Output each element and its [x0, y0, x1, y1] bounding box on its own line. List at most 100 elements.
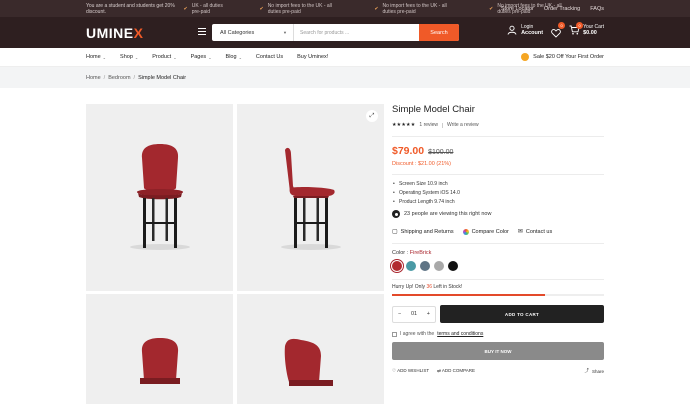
plus-icon[interactable]: + — [427, 311, 430, 317]
main-header: UMINEX All Categories ▼ Search for produ… — [0, 17, 690, 48]
check-icon: ✔ — [489, 5, 494, 12]
account-link[interactable]: Login Account — [507, 24, 543, 36]
shipping-note: ✔ UK - all duties pre-paid — [183, 2, 223, 15]
check-icon: ✔ — [259, 5, 264, 12]
shipping-returns-link[interactable]: ▢ Shipping and Returns — [392, 228, 454, 236]
nav-item-home[interactable]: Home ⌄ — [86, 54, 106, 60]
divider — [392, 136, 604, 137]
viewing-notice: 23 people are viewing this right now — [392, 210, 604, 218]
compare-color-link[interactable]: Compare Color — [462, 228, 509, 235]
old-price: $100.00 — [428, 149, 454, 156]
main-nav: Home ⌄ Shop ⌄ Product ⌄ Pages ⌄ Blog ⌄ Contac… — [0, 48, 690, 67]
sale-banner[interactable]: Sale $20 Off Your First Order — [521, 53, 604, 61]
divider — [392, 243, 604, 244]
nav-item-buy[interactable]: Buy Uminex! — [297, 54, 328, 60]
swatch-black[interactable] — [448, 261, 458, 271]
product-info: Simple Model Chair ★★★★★ 1 review Write … — [392, 104, 604, 374]
cart-link[interactable]: 0 Your Cart $0.00 — [569, 22, 604, 36]
product-image-back[interactable] — [86, 294, 233, 404]
shipping-note: ✔ No import fees to the UK - all duties p… — [259, 2, 332, 15]
header-actions: Login Account 0 0 Your Cart $0.00 — [507, 22, 604, 38]
product-image-side[interactable]: ⤢ — [237, 104, 384, 291]
eye-icon — [392, 210, 400, 218]
stock-progress — [392, 294, 604, 296]
check-icon: ✔ — [183, 5, 188, 12]
mail-icon: ✉ — [517, 229, 523, 235]
promo-text: You are a student and students get 20% d… — [86, 2, 175, 15]
top-bar: You are a student and students get 20% d… — [0, 0, 690, 17]
rating-row: ★★★★★ 1 review Write a review — [392, 122, 604, 128]
sale-icon — [521, 53, 530, 61]
wishlist-count: 0 — [558, 22, 566, 29]
user-icon — [507, 25, 517, 35]
minus-icon[interactable]: − — [398, 311, 401, 317]
breadcrumb-current: Simple Model Chair — [138, 74, 187, 81]
spec-list: Screen Size 10.9 inch Operating System i… — [392, 181, 604, 205]
nav-item-shop[interactable]: Shop ⌄ — [120, 54, 138, 60]
product-title: Simple Model Chair — [392, 104, 475, 115]
share-button[interactable]: ⤴ Share — [584, 368, 604, 374]
nav-item-blog[interactable]: Blog ⌄ — [226, 54, 242, 60]
discount-text: Discount : $21.00 (21%) — [392, 161, 452, 167]
nav-item-contact[interactable]: Contact Us — [256, 54, 283, 60]
write-review-link[interactable]: Write a review — [447, 122, 479, 128]
box-icon: ▢ — [392, 229, 398, 235]
terms-link[interactable]: terms and conditions — [437, 331, 483, 337]
price-row: $79.00 $100.00 — [392, 145, 604, 157]
order-tracking-link[interactable]: Order Tracking — [544, 6, 580, 12]
chevron-down-icon: ▼ — [283, 30, 287, 35]
share-icon: ⤴ — [584, 368, 589, 373]
faqs-link[interactable]: FAQs — [590, 6, 604, 12]
top-links: Store Locator Order Tracking FAQs — [501, 6, 604, 12]
logo[interactable]: UMINEX — [86, 25, 143, 41]
contact-us-link[interactable]: ✉ Contact us — [517, 228, 552, 236]
breadcrumb-bedroom[interactable]: Bedroom — [108, 75, 130, 81]
spec-item: Screen Size 10.9 inch — [392, 181, 604, 187]
product-image-angle[interactable] — [237, 294, 384, 404]
quantity-stepper[interactable]: − 01 + — [392, 305, 436, 323]
nav-item-product[interactable]: Product ⌄ — [152, 54, 176, 60]
terms-agreement: I agree with the terms and conditions — [392, 331, 604, 337]
buy-now-button[interactable]: BUY IT NOW — [392, 342, 604, 360]
product-image-front[interactable] — [86, 104, 233, 291]
category-select[interactable]: All Categories ▼ — [212, 24, 294, 41]
review-count-link[interactable]: 1 review — [419, 122, 438, 128]
menu-icon[interactable] — [198, 28, 206, 37]
swatch-gray[interactable] — [434, 261, 444, 271]
chevron-down-icon: ⌄ — [238, 54, 242, 60]
cart-icon: 0 — [569, 22, 584, 35]
search-button[interactable]: Search — [419, 24, 459, 41]
color-label: Color : FireBrick — [392, 250, 432, 256]
swatch-slate[interactable] — [420, 261, 430, 271]
color-swatches — [392, 261, 604, 271]
cart-count: 0 — [576, 22, 584, 29]
add-wishlist-button[interactable]: ♡ ADD WISHLIST — [392, 368, 429, 374]
secondary-actions: ♡ ADD WISHLIST ⇄ ADD COMPARE ⤴ Share — [392, 368, 604, 374]
swatch-teal[interactable] — [406, 261, 416, 271]
swatch-firebrick[interactable] — [392, 261, 402, 271]
chevron-down-icon: ⌄ — [208, 54, 212, 60]
add-compare-button[interactable]: ⇄ ADD COMPARE — [437, 368, 475, 374]
stock-notice: Hurry Up! Only 36 Left in Stock! — [392, 284, 463, 290]
wishlist-icon[interactable]: 0 — [551, 22, 566, 38]
spec-item: Operating System iOS 14.0 — [392, 190, 604, 196]
terms-checkbox[interactable] — [392, 331, 397, 337]
store-locator-link[interactable]: Store Locator — [501, 6, 534, 12]
nav-item-pages[interactable]: Pages ⌄ — [191, 54, 212, 60]
breadcrumb: Home / Bedroom / Simple Model Chair — [0, 67, 690, 88]
search-bar: All Categories ▼ Search for products ...… — [212, 24, 459, 41]
breadcrumb-home[interactable]: Home — [86, 75, 101, 81]
heart-icon: ♡ — [392, 368, 397, 373]
star-icon: ★★★★★ — [392, 122, 416, 128]
shipping-note: ✔ No import fees to the UK - all duties p… — [374, 2, 447, 15]
expand-icon[interactable]: ⤢ — [366, 110, 378, 122]
quantity-value[interactable]: 01 — [411, 311, 417, 317]
info-actions: ▢ Shipping and Returns Compare Color ✉ Con… — [392, 228, 604, 235]
compare-icon: ⇄ — [437, 368, 441, 373]
search-input[interactable]: Search for products ... — [294, 30, 419, 36]
divider — [392, 279, 604, 280]
current-price: $79.00 — [392, 145, 425, 157]
chevron-down-icon: ⌄ — [134, 54, 139, 60]
add-to-cart-button[interactable]: ADD TO CART — [440, 305, 604, 323]
stock-progress-fill — [392, 294, 545, 296]
